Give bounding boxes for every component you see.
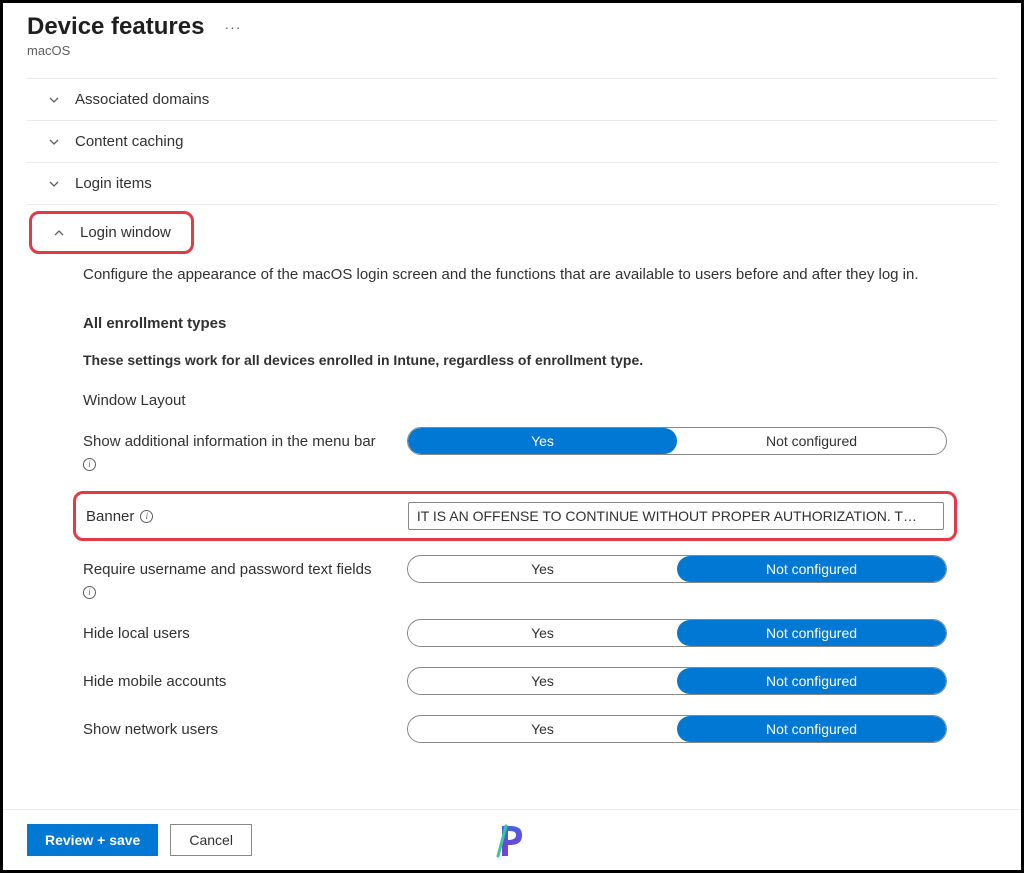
cancel-button[interactable]: Cancel [170, 824, 252, 856]
setting-require-user-pass: Require username and password text field… [83, 555, 997, 599]
toggle-opt-not-configured[interactable]: Not configured [677, 620, 946, 646]
toggle-opt-yes[interactable]: Yes [408, 668, 677, 694]
toggle-opt-not-configured[interactable]: Not configured [677, 556, 946, 582]
window-layout-label: Window Layout [83, 392, 997, 409]
chevron-down-icon [47, 177, 61, 191]
section-content-caching[interactable]: Content caching [27, 120, 997, 162]
enrollment-note: These settings work for all devices enro… [83, 352, 997, 368]
setting-hide-local: Hide local users Yes Not configured [83, 619, 997, 647]
toggle-menu-bar-info[interactable]: Yes Not configured [407, 427, 947, 455]
chevron-down-icon [47, 135, 61, 149]
page-title: Device features [27, 13, 204, 41]
section-label: Login window [80, 224, 171, 241]
info-icon[interactable]: i [140, 510, 153, 523]
settings-sections: Associated domains Content caching Login… [3, 62, 1021, 743]
setting-banner: Banner i [86, 502, 944, 530]
setting-hide-mobile: Hide mobile accounts Yes Not configured [83, 667, 997, 695]
setting-label-text: Banner [86, 506, 134, 527]
page-header: Device features ··· macOS [3, 3, 1021, 62]
section-label: Content caching [75, 133, 183, 150]
toggle-opt-yes[interactable]: Yes [408, 620, 677, 646]
section-label: Login items [75, 175, 152, 192]
banner-input[interactable] [408, 502, 944, 530]
more-icon[interactable]: ··· [224, 19, 241, 35]
setting-label-text: Show network users [83, 719, 218, 740]
page-subtitle: macOS [27, 43, 997, 58]
chevron-up-icon [52, 226, 66, 240]
review-save-button[interactable]: Review + save [27, 824, 158, 856]
chevron-down-icon [47, 93, 61, 107]
login-window-description: Configure the appearance of the macOS lo… [83, 264, 983, 287]
toggle-hide-mobile[interactable]: Yes Not configured [407, 667, 947, 695]
toggle-opt-not-configured[interactable]: Not configured [677, 428, 946, 454]
setting-menu-bar-info: Show additional information in the menu … [83, 427, 997, 471]
toggle-opt-not-configured[interactable]: Not configured [677, 716, 946, 742]
toggle-opt-yes[interactable]: Yes [408, 716, 677, 742]
setting-show-network: Show network users Yes Not configured [83, 715, 997, 743]
enrollment-heading: All enrollment types [83, 315, 997, 332]
setting-label-text: Require username and password text field… [83, 559, 372, 580]
toggle-opt-not-configured[interactable]: Not configured [677, 668, 946, 694]
toggle-require-user-pass[interactable]: Yes Not configured [407, 555, 947, 583]
banner-highlight: Banner i [73, 491, 957, 541]
section-label: Associated domains [75, 91, 209, 108]
setting-label-text: Hide local users [83, 623, 190, 644]
section-associated-domains[interactable]: Associated domains [27, 78, 997, 120]
toggle-hide-local[interactable]: Yes Not configured [407, 619, 947, 647]
setting-label-text: Hide mobile accounts [83, 671, 226, 692]
info-icon[interactable]: i [83, 458, 96, 471]
section-login-window[interactable]: Login window [32, 214, 191, 251]
login-window-body: Configure the appearance of the macOS lo… [27, 254, 997, 743]
setting-label-text: Show additional information in the menu … [83, 431, 376, 452]
info-icon[interactable]: i [83, 586, 96, 599]
toggle-opt-yes[interactable]: Yes [408, 428, 677, 454]
section-login-items[interactable]: Login items [27, 162, 997, 204]
toggle-show-network[interactable]: Yes Not configured [407, 715, 947, 743]
brand-logo-icon [492, 820, 532, 860]
toggle-opt-yes[interactable]: Yes [408, 556, 677, 582]
